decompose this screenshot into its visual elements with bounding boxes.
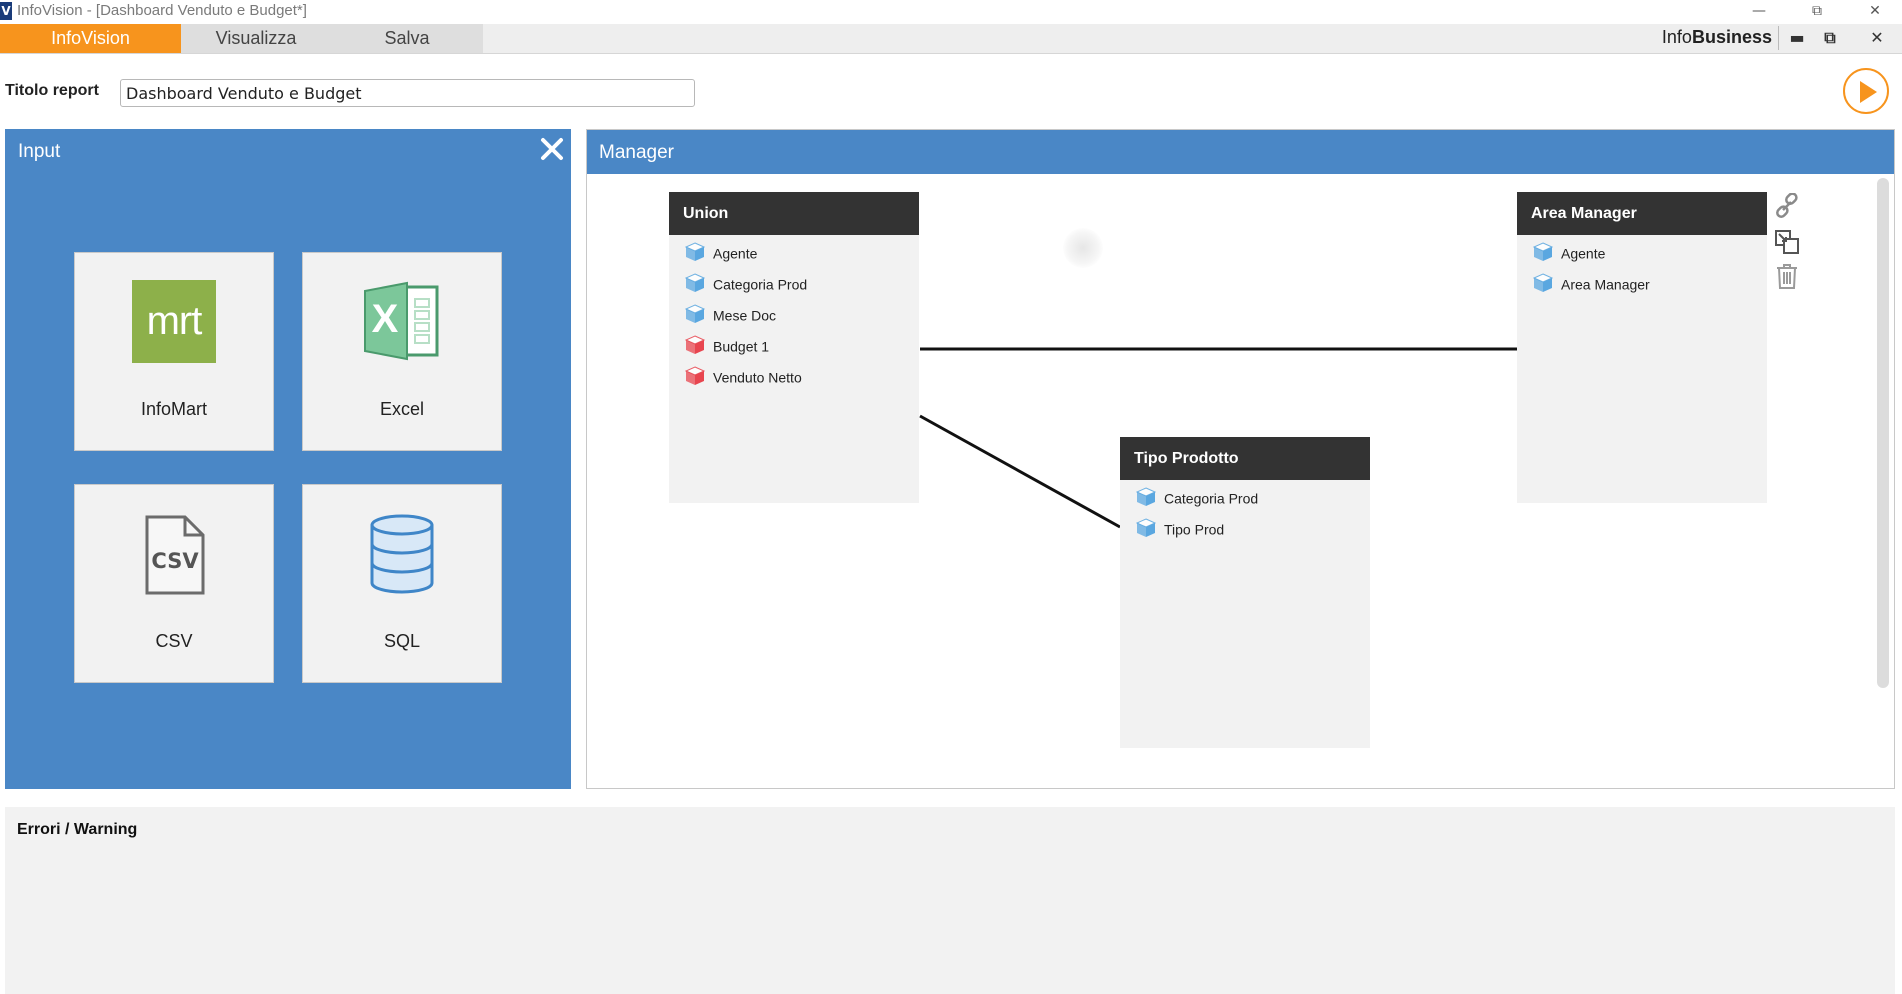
node-title: Tipo Prodotto <box>1120 437 1370 480</box>
tab-infovision[interactable]: InfoVision <box>0 24 181 53</box>
source-tile-excel[interactable]: X Excel <box>302 252 502 451</box>
node-union[interactable]: Union Agente Categoria Prod Mese Doc Bud… <box>669 192 919 503</box>
tab-salva[interactable]: Salva <box>331 24 483 53</box>
minimize-icon[interactable]: — <box>1730 0 1788 24</box>
field-item[interactable]: Tipo Prod <box>1135 518 1225 540</box>
dimension-cube-icon <box>684 304 706 330</box>
link-icon[interactable] <box>1774 192 1800 219</box>
relation-union-tipoprodotto[interactable] <box>919 414 1121 529</box>
excel-icon-text: X <box>371 297 399 341</box>
infomart-icon-text: mrt <box>146 299 203 343</box>
inner-minimize-icon[interactable]: ▬ <box>1780 25 1814 51</box>
input-panel-title: Input <box>18 141 61 162</box>
database-icon <box>369 513 435 595</box>
field-label: Agente <box>713 245 758 262</box>
run-report-button[interactable] <box>1843 68 1889 114</box>
field-label: Budget 1 <box>713 338 770 355</box>
inner-close-icon[interactable]: ✕ <box>1860 25 1894 51</box>
field-label: Venduto Netto <box>713 369 802 386</box>
window-titlebar: V InfoVision - [Dashboard Venduto e Budg… <box>0 0 1902 24</box>
node-title: Union <box>669 192 919 235</box>
csv-file-icon: CSV <box>143 515 207 595</box>
transform-icon[interactable] <box>1774 229 1800 255</box>
input-panel: Input mrt InfoMart X Excel CSV CSV SQL <box>5 129 571 789</box>
field-label: Area Manager <box>1561 276 1650 293</box>
source-label: Excel <box>379 399 424 419</box>
close-icon[interactable]: ✕ <box>1846 0 1902 24</box>
csv-icon-text: CSV <box>151 549 199 573</box>
brand-prefix: Info <box>1661 27 1692 47</box>
source-tile-sql[interactable]: SQL <box>302 484 502 683</box>
vertical-scrollbar[interactable] <box>1877 178 1889 688</box>
measure-cube-icon <box>684 366 706 392</box>
field-label: Mese Doc <box>713 307 777 324</box>
ribbon-bar: InfoVision Visualizza Salva InfoBusiness… <box>0 24 1902 54</box>
source-label: SQL <box>383 631 421 651</box>
play-icon <box>1860 81 1877 103</box>
close-x-icon[interactable] <box>538 135 566 163</box>
window-title: InfoVision - [Dashboard Venduto e Budget… <box>17 2 307 19</box>
field-item[interactable]: Venduto Netto <box>684 366 802 388</box>
dimension-cube-icon <box>684 242 706 268</box>
source-label: CSV <box>155 631 193 651</box>
field-item[interactable]: Budget 1 <box>684 335 770 357</box>
report-title-label: Titolo report <box>5 82 99 99</box>
trash-icon[interactable] <box>1775 262 1799 290</box>
ribbon-divider <box>1778 26 1779 50</box>
manager-panel: Manager Union Agente Categoria Prod Mese… <box>586 129 1895 789</box>
field-label: Categoria Prod <box>713 276 808 293</box>
measure-cube-icon <box>684 335 706 361</box>
field-item[interactable]: Agente <box>684 242 758 264</box>
dimension-cube-icon <box>1532 242 1554 268</box>
infomart-icon: mrt <box>132 280 216 363</box>
field-item[interactable]: Categoria Prod <box>1135 487 1259 509</box>
field-label: Agente <box>1561 245 1606 262</box>
dimension-cube-icon <box>1135 487 1157 513</box>
node-area-manager[interactable]: Area Manager Agente Area Manager <box>1517 192 1767 503</box>
source-label: InfoMart <box>140 399 208 419</box>
field-label: Tipo Prod <box>1164 521 1225 538</box>
dimension-cube-icon <box>1135 518 1157 544</box>
tab-visualizza[interactable]: Visualizza <box>181 24 331 53</box>
dimension-cube-icon <box>1532 273 1554 299</box>
source-tile-infomart[interactable]: mrt InfoMart <box>74 252 274 451</box>
field-item[interactable]: Categoria Prod <box>684 273 808 295</box>
brand-label: InfoBusiness <box>1662 27 1772 48</box>
brand-bold: Business <box>1691 27 1772 47</box>
dimension-cube-icon <box>684 273 706 299</box>
field-item[interactable]: Mese Doc <box>684 304 777 326</box>
inner-restore-icon[interactable]: ⧉ <box>1813 25 1847 51</box>
app-logo-icon: V <box>0 2 12 20</box>
field-item[interactable]: Agente <box>1532 242 1606 264</box>
source-tile-csv[interactable]: CSV CSV <box>74 484 274 683</box>
report-title-input[interactable] <box>120 79 695 107</box>
excel-icon: X <box>363 281 443 361</box>
node-tipo-prodotto[interactable]: Tipo Prodotto Categoria Prod Tipo Prod <box>1120 437 1370 748</box>
field-label: Categoria Prod <box>1164 490 1259 507</box>
cursor-highlight <box>1063 228 1103 268</box>
errors-panel-title: Errori / Warning <box>17 821 138 838</box>
restore-icon[interactable]: ⧉ <box>1788 0 1846 24</box>
field-item[interactable]: Area Manager <box>1532 273 1650 295</box>
node-title: Area Manager <box>1517 192 1767 235</box>
errors-panel: Errori / Warning <box>5 807 1895 994</box>
